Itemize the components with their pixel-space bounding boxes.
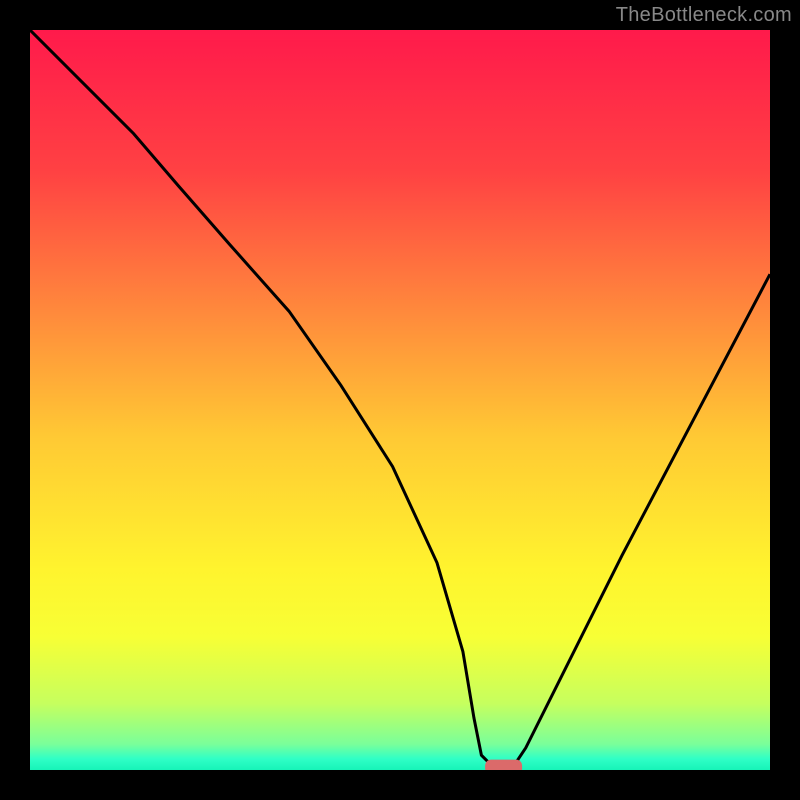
chart-svg xyxy=(30,30,770,770)
minimum-marker xyxy=(485,760,522,770)
chart-frame: TheBottleneck.com xyxy=(0,0,800,800)
plot-area xyxy=(30,30,770,770)
watermark-text: TheBottleneck.com xyxy=(616,4,792,27)
